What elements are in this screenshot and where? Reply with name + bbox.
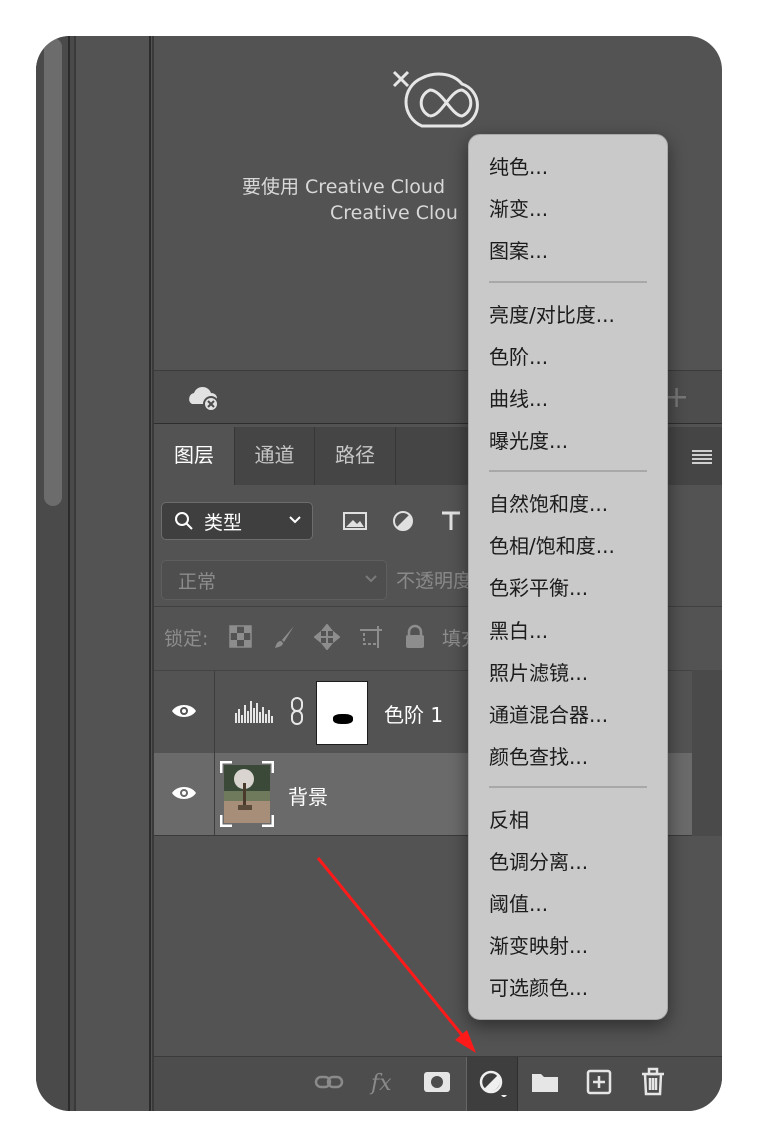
menu-item-exposure[interactable]: 曝光度... [489,429,568,453]
eye-icon[interactable] [170,701,198,721]
adjustment-layer-button[interactable] [466,1057,518,1111]
image-thumbnail[interactable] [220,761,274,827]
menu-item-invert[interactable]: 反相 [489,808,529,832]
new-layer-icon[interactable] [584,1067,614,1097]
menu-item-black-white[interactable]: 黑白... [489,619,548,643]
menu-item-color-balance[interactable]: 色彩平衡... [489,576,588,600]
filter-kind-label: 类型 [204,512,243,534]
layer-mask-thumbnail[interactable] [316,681,368,745]
eye-icon[interactable] [170,783,198,803]
libraries-message-line2: Creative Clou [330,202,458,224]
divider-line [214,671,215,753]
svg-text:fx: fx [369,1071,392,1096]
menu-item-hue-saturation[interactable]: 色相/饱和度... [489,534,615,558]
layer-name[interactable]: 背景 [288,781,328,810]
menu-item-brightness-contrast[interactable]: 亮度/对比度... [489,303,615,327]
mask-shape [333,714,353,724]
link-layers-icon[interactable] [314,1067,344,1097]
folder-icon[interactable] [530,1067,560,1097]
menu-item-gradient[interactable]: 渐变... [489,197,548,221]
mask-icon[interactable] [422,1067,452,1097]
layers-scrollbar[interactable] [692,670,722,836]
menu-item-gradient-map[interactable]: 渐变映射... [489,934,588,958]
levels-histogram-icon [235,701,273,723]
menu-item-pattern[interactable]: 图案... [489,239,548,263]
fx-icon[interactable]: fx [368,1067,398,1097]
lock-artboard-icon[interactable] [358,624,384,650]
menu-item-posterize[interactable]: 色调分离... [489,850,588,874]
type-filter-icon[interactable] [438,510,464,532]
lock-pixels-brush-icon[interactable] [272,624,298,650]
menu-item-vibrance[interactable]: 自然饱和度... [489,492,608,516]
layer-filter-select[interactable]: 类型 [161,502,313,540]
panel-menu-icon[interactable] [692,449,712,465]
opacity-label: 不透明度 [396,570,473,592]
menu-separator [489,786,647,788]
search-icon [175,512,193,530]
divider-line [214,753,215,835]
menu-item-solid-color[interactable]: 纯色... [489,155,548,179]
adjustment-layer-menu: 纯色... 渐变... 图案... 亮度/对比度... 色阶... 曲线... … [468,134,668,1020]
lock-transparent-icon[interactable] [228,624,254,650]
menu-item-color-lookup[interactable]: 颜色查找... [489,745,588,769]
chevron-down-icon [289,516,301,524]
menu-item-photo-filter[interactable]: 照片滤镜... [489,661,588,685]
tab-layers[interactable]: 图层 [154,427,235,485]
blend-mode-select[interactable]: 正常 [161,560,387,600]
creative-cloud-offline-icon [392,70,479,128]
tab-paths[interactable]: 路径 [315,427,396,485]
chevron-down-icon [365,575,377,583]
menu-item-threshold[interactable]: 阈值... [489,892,548,916]
adjustment-filter-icon[interactable] [390,510,416,532]
layers-bottom-bar: fx [154,1056,722,1111]
adjustment-icon [479,1070,507,1097]
cloud-offline-icon[interactable] [186,384,220,412]
image-filter-icon[interactable] [342,510,368,532]
trash-icon[interactable] [638,1067,668,1097]
lock-all-icon[interactable] [402,624,428,650]
menu-item-levels[interactable]: 色阶... [489,345,548,369]
lock-position-move-icon[interactable] [314,624,340,650]
menu-item-channel-mixer[interactable]: 通道混合器... [489,703,608,727]
menu-separator [489,281,647,283]
libraries-message-line1: 要使用 Creative Cloud [242,176,446,198]
tab-channels[interactable]: 通道 [235,427,315,485]
blend-mode-label: 正常 [178,571,217,593]
menu-item-selective-color[interactable]: 可选颜色... [489,976,588,1000]
menu-separator [489,470,647,472]
layer-name[interactable]: 色阶 1 [384,699,443,728]
lock-label: 锁定: [164,628,209,650]
menu-item-curves[interactable]: 曲线... [489,387,548,411]
link-icon[interactable] [290,697,304,725]
